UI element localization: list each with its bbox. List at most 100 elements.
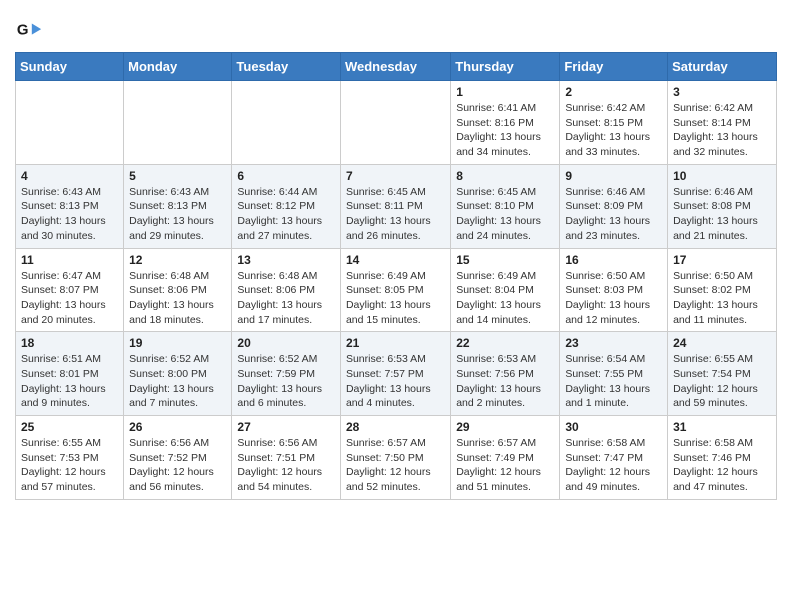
day-number: 26 — [129, 420, 226, 434]
day-number: 29 — [456, 420, 554, 434]
day-info: Sunrise: 6:54 AM Sunset: 7:55 PM Dayligh… — [565, 352, 662, 411]
calendar-cell: 4Sunrise: 6:43 AM Sunset: 8:13 PM Daylig… — [16, 164, 124, 248]
day-info: Sunrise: 6:50 AM Sunset: 8:03 PM Dayligh… — [565, 269, 662, 328]
day-number: 7 — [346, 169, 445, 183]
day-info: Sunrise: 6:56 AM Sunset: 7:52 PM Dayligh… — [129, 436, 226, 495]
calendar-table: SundayMondayTuesdayWednesdayThursdayFrid… — [15, 52, 777, 500]
calendar-cell: 19 Sunrise: 6:52 AM Sunset: 8:00 PM Dayli… — [124, 332, 232, 416]
calendar-cell — [232, 81, 341, 165]
calendar-cell — [340, 81, 450, 165]
calendar-cell: 31 Sunrise: 6:58 AM Sunset: 7:46 PM Dayli… — [668, 416, 777, 500]
calendar-cell: 9Sunrise: 6:46 AM Sunset: 8:09 PM Daylig… — [560, 164, 668, 248]
calendar-cell: 27 Sunrise: 6:56 AM Sunset: 7:51 PM Dayli… — [232, 416, 341, 500]
day-number: 31 — [673, 420, 771, 434]
day-number: 14 — [346, 253, 445, 267]
day-info: Sunrise: 6:42 AM Sunset: 8:15 PM Dayligh… — [565, 101, 662, 160]
day-number: 13 — [237, 253, 335, 267]
day-info: Sunrise: 6:44 AM Sunset: 8:12 PM Dayligh… — [237, 185, 335, 244]
day-number: 28 — [346, 420, 445, 434]
calendar-cell: 8Sunrise: 6:45 AM Sunset: 8:10 PM Daylig… — [451, 164, 560, 248]
calendar-cell: 16 Sunrise: 6:50 AM Sunset: 8:03 PM Dayli… — [560, 248, 668, 332]
day-number: 22 — [456, 336, 554, 350]
calendar-cell: 2 Sunrise: 6:42 AM Sunset: 8:15 PM Daylig… — [560, 81, 668, 165]
week-row-4: 18Sunrise: 6:51 AM Sunset: 8:01 PM Dayli… — [16, 332, 777, 416]
svg-text:G: G — [17, 22, 29, 39]
day-info: Sunrise: 6:43 AM Sunset: 8:13 PM Dayligh… — [21, 185, 118, 244]
day-number: 16 — [565, 253, 662, 267]
day-number: 15 — [456, 253, 554, 267]
calendar-cell: 20 Sunrise: 6:52 AM Sunset: 7:59 PM Dayli… — [232, 332, 341, 416]
calendar-cell: 23Sunrise: 6:54 AM Sunset: 7:55 PM Dayli… — [560, 332, 668, 416]
week-row-1: 1 Sunrise: 6:41 AM Sunset: 8:16 PM Daylig… — [16, 81, 777, 165]
calendar-cell: 15 Sunrise: 6:49 AM Sunset: 8:04 PM Dayli… — [451, 248, 560, 332]
day-info: Sunrise: 6:53 AM Sunset: 7:57 PM Dayligh… — [346, 352, 445, 411]
calendar-cell: 30 Sunrise: 6:58 AM Sunset: 7:47 PM Dayli… — [560, 416, 668, 500]
day-info: Sunrise: 6:46 AM Sunset: 8:08 PM Dayligh… — [673, 185, 771, 244]
day-info: Sunrise: 6:49 AM Sunset: 8:05 PM Dayligh… — [346, 269, 445, 328]
day-info: Sunrise: 6:52 AM Sunset: 7:59 PM Dayligh… — [237, 352, 335, 411]
calendar-cell: 5 Sunrise: 6:43 AM Sunset: 8:13 PM Daylig… — [124, 164, 232, 248]
page-header: G — [15, 10, 777, 44]
day-number: 2 — [565, 85, 662, 99]
calendar-cell: 6 Sunrise: 6:44 AM Sunset: 8:12 PM Daylig… — [232, 164, 341, 248]
day-info: Sunrise: 6:48 AM Sunset: 8:06 PM Dayligh… — [129, 269, 226, 328]
calendar-cell — [16, 81, 124, 165]
day-info: Sunrise: 6:57 AM Sunset: 7:50 PM Dayligh… — [346, 436, 445, 495]
day-number: 10 — [673, 169, 771, 183]
day-header-sunday: Sunday — [16, 53, 124, 81]
day-info: Sunrise: 6:52 AM Sunset: 8:00 PM Dayligh… — [129, 352, 226, 411]
day-number: 21 — [346, 336, 445, 350]
day-info: Sunrise: 6:43 AM Sunset: 8:13 PM Dayligh… — [129, 185, 226, 244]
day-number: 30 — [565, 420, 662, 434]
day-info: Sunrise: 6:53 AM Sunset: 7:56 PM Dayligh… — [456, 352, 554, 411]
calendar-cell: 11 Sunrise: 6:47 AM Sunset: 8:07 PM Dayli… — [16, 248, 124, 332]
day-header-monday: Monday — [124, 53, 232, 81]
day-number: 11 — [21, 253, 118, 267]
calendar-header-row: SundayMondayTuesdayWednesdayThursdayFrid… — [16, 53, 777, 81]
day-number: 18 — [21, 336, 118, 350]
day-header-thursday: Thursday — [451, 53, 560, 81]
day-info: Sunrise: 6:58 AM Sunset: 7:47 PM Dayligh… — [565, 436, 662, 495]
calendar-cell: 14 Sunrise: 6:49 AM Sunset: 8:05 PM Dayli… — [340, 248, 450, 332]
calendar-cell: 26 Sunrise: 6:56 AM Sunset: 7:52 PM Dayli… — [124, 416, 232, 500]
logo-icon: G — [15, 16, 43, 44]
logo: G — [15, 16, 47, 44]
day-number: 20 — [237, 336, 335, 350]
calendar-cell: 12Sunrise: 6:48 AM Sunset: 8:06 PM Dayli… — [124, 248, 232, 332]
calendar-cell: 13Sunrise: 6:48 AM Sunset: 8:06 PM Dayli… — [232, 248, 341, 332]
day-info: Sunrise: 6:45 AM Sunset: 8:11 PM Dayligh… — [346, 185, 445, 244]
day-header-tuesday: Tuesday — [232, 53, 341, 81]
day-number: 5 — [129, 169, 226, 183]
week-row-2: 4Sunrise: 6:43 AM Sunset: 8:13 PM Daylig… — [16, 164, 777, 248]
day-info: Sunrise: 6:41 AM Sunset: 8:16 PM Dayligh… — [456, 101, 554, 160]
day-info: Sunrise: 6:47 AM Sunset: 8:07 PM Dayligh… — [21, 269, 118, 328]
day-info: Sunrise: 6:46 AM Sunset: 8:09 PM Dayligh… — [565, 185, 662, 244]
day-info: Sunrise: 6:50 AM Sunset: 8:02 PM Dayligh… — [673, 269, 771, 328]
day-header-wednesday: Wednesday — [340, 53, 450, 81]
day-number: 6 — [237, 169, 335, 183]
day-header-saturday: Saturday — [668, 53, 777, 81]
day-info: Sunrise: 6:55 AM Sunset: 7:54 PM Dayligh… — [673, 352, 771, 411]
calendar-cell: 17 Sunrise: 6:50 AM Sunset: 8:02 PM Dayli… — [668, 248, 777, 332]
day-info: Sunrise: 6:58 AM Sunset: 7:46 PM Dayligh… — [673, 436, 771, 495]
day-number: 27 — [237, 420, 335, 434]
day-number: 1 — [456, 85, 554, 99]
day-number: 17 — [673, 253, 771, 267]
calendar-cell: 1 Sunrise: 6:41 AM Sunset: 8:16 PM Daylig… — [451, 81, 560, 165]
calendar-cell — [124, 81, 232, 165]
day-number: 25 — [21, 420, 118, 434]
day-info: Sunrise: 6:49 AM Sunset: 8:04 PM Dayligh… — [456, 269, 554, 328]
calendar-cell: 22 Sunrise: 6:53 AM Sunset: 7:56 PM Dayli… — [451, 332, 560, 416]
week-row-3: 11 Sunrise: 6:47 AM Sunset: 8:07 PM Dayli… — [16, 248, 777, 332]
day-number: 24 — [673, 336, 771, 350]
day-info: Sunrise: 6:55 AM Sunset: 7:53 PM Dayligh… — [21, 436, 118, 495]
day-info: Sunrise: 6:57 AM Sunset: 7:49 PM Dayligh… — [456, 436, 554, 495]
day-number: 3 — [673, 85, 771, 99]
calendar-cell: 18Sunrise: 6:51 AM Sunset: 8:01 PM Dayli… — [16, 332, 124, 416]
calendar-cell: 3Sunrise: 6:42 AM Sunset: 8:14 PM Daylig… — [668, 81, 777, 165]
calendar-cell: 29 Sunrise: 6:57 AM Sunset: 7:49 PM Dayli… — [451, 416, 560, 500]
day-info: Sunrise: 6:56 AM Sunset: 7:51 PM Dayligh… — [237, 436, 335, 495]
day-number: 19 — [129, 336, 226, 350]
calendar-cell: 21 Sunrise: 6:53 AM Sunset: 7:57 PM Dayli… — [340, 332, 450, 416]
day-header-friday: Friday — [560, 53, 668, 81]
